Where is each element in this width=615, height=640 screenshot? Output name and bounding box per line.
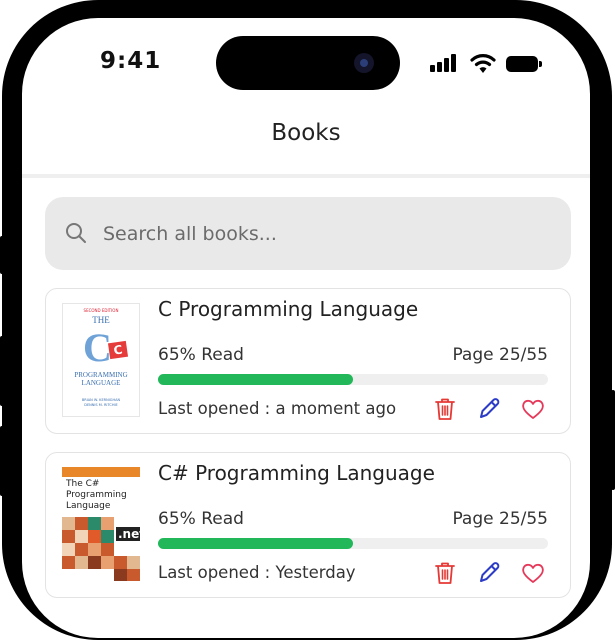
trash-icon[interactable] <box>432 560 458 586</box>
battery-icon <box>506 56 542 72</box>
book-card[interactable]: SECOND EDITION THE C C PROGRAMMING LANGUA… <box>45 288 571 434</box>
page-count: Page 25/55 <box>452 345 548 365</box>
power-button <box>611 390 615 490</box>
book-card[interactable]: The C# Programming Language .ne C# Progr… <box>45 452 571 598</box>
search-bar[interactable] <box>45 197 571 270</box>
search-input[interactable] <box>103 219 543 249</box>
wifi-icon <box>470 54 496 73</box>
status-icons <box>430 52 550 76</box>
action-button <box>0 236 4 274</box>
cover-big-letter: C <box>83 325 112 370</box>
phone-screen: 9:41 Books Search all books... SECOND ED… <box>22 18 590 638</box>
cover-title: PROGRAMMING LANGUAGE <box>74 371 128 387</box>
page-count: Page 25/55 <box>452 509 548 529</box>
cover-badge: .net <box>116 527 140 541</box>
heart-icon[interactable] <box>520 560 546 586</box>
volume-up-button <box>0 336 4 406</box>
header: Books <box>22 108 590 178</box>
progress-bar <box>158 374 548 385</box>
dynamic-island <box>216 36 400 90</box>
last-opened-text: Last opened : Yesterday <box>158 563 356 582</box>
last-opened-text: Last opened : a moment ago <box>158 399 397 418</box>
page-title: Books <box>271 120 341 146</box>
volume-down-button <box>0 426 4 496</box>
status-bar: 9:41 <box>22 18 590 108</box>
search-icon <box>66 223 86 243</box>
camera-icon <box>354 53 374 73</box>
book-cover: SECOND EDITION THE C C PROGRAMMING LANGUA… <box>62 303 140 417</box>
cover-badge: C <box>107 340 129 360</box>
cover-stripe <box>62 467 140 477</box>
trash-icon[interactable] <box>432 396 458 422</box>
progress-bar-fill <box>158 538 353 549</box>
heart-icon[interactable] <box>520 396 546 422</box>
cellular-signal-icon <box>430 54 460 72</box>
reading-progress-label: 65% Read <box>158 509 244 529</box>
cover-edition: SECOND EDITION <box>83 308 119 313</box>
reading-progress-label: 65% Read <box>158 345 244 365</box>
pencil-icon[interactable] <box>476 396 502 422</box>
cover-authors: BRIAN W. KERNIGHAN DENNIS M. RITCHIE <box>81 398 121 407</box>
progress-bar <box>158 538 548 549</box>
book-title: C Programming Language <box>158 297 419 321</box>
cover-title: The C# Programming Language <box>66 479 127 511</box>
pencil-icon[interactable] <box>476 560 502 586</box>
status-time: 9:41 <box>100 48 162 74</box>
progress-bar-fill <box>158 374 353 385</box>
book-cover: The C# Programming Language .ne <box>62 467 140 581</box>
book-title: C# Programming Language <box>158 461 435 485</box>
